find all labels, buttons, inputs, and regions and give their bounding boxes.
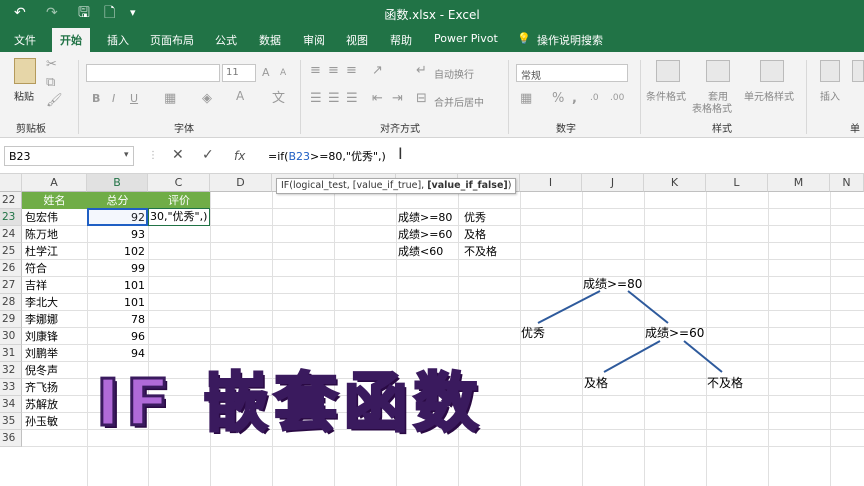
tree-second-condition-label: 成绩>=60 bbox=[645, 326, 705, 340]
tree-branch-line bbox=[603, 340, 661, 373]
overlay-title: IF 嵌套函数 bbox=[95, 366, 484, 443]
tree-branch-line bbox=[627, 290, 669, 324]
tree-excellent-label: 优秀 bbox=[521, 326, 546, 340]
tree-fail-label: 不及格 bbox=[707, 376, 744, 390]
tree-branch-line bbox=[537, 290, 601, 324]
tree-pass-label: 及格 bbox=[584, 376, 609, 390]
tree-branch-line bbox=[683, 340, 723, 373]
tree-root-label: 成绩>=80 bbox=[583, 277, 643, 291]
